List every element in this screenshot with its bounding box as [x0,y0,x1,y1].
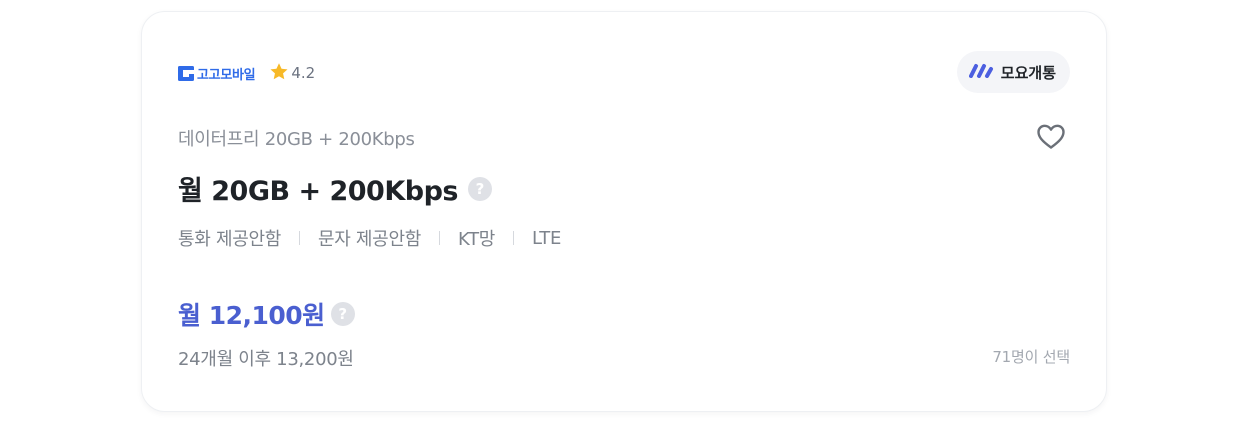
brand-logo-icon [178,65,194,81]
feature-list: 통화 제공안함 문자 제공안함 KT망 LTE [178,225,561,251]
price-after-period: 24개월 이후 13,200원 [178,349,354,370]
plan-headline-text: 월 20GB + 200Kbps [178,176,459,207]
carrier-badge-label: 모요개통 [1000,63,1056,82]
feature-divider [298,231,300,245]
carrier-badge: 모요개통 [956,51,1070,93]
heart-outline-icon [1036,123,1066,154]
plan-headline: 월 20GB + 200Kbps ? [178,169,492,208]
brand-logo: 고고모바일 [178,64,256,83]
feature-divider [438,231,440,245]
plan-name: 데이터프리 20GB + 200Kbps [178,129,415,150]
plan-card[interactable]: 고고모바일 4.2 모요개통 데이터프리 20GB + 200Kbps 월 20… [141,11,1107,412]
monthly-price: 월 12,100원 ? [178,296,355,332]
moyo-logo-icon [968,62,995,82]
star-icon [269,62,289,85]
feature-divider [513,231,515,245]
feature-item: 통화 제공안함 [178,229,281,250]
price-help-icon[interactable]: ? [330,302,355,326]
feature-item: 문자 제공안함 [317,229,421,250]
feature-item: LTE [532,227,562,249]
favorite-button[interactable] [1036,124,1066,152]
rating-value: 4.2 [291,64,316,82]
brand-row: 고고모바일 4.2 [178,62,315,84]
feature-item: KT망 [457,229,496,250]
selected-count: 71명이 선택 [992,348,1070,366]
monthly-price-text: 월 12,100원 [178,301,325,330]
plan-help-icon[interactable]: ? [468,176,492,201]
brand-name: 고고모바일 [197,67,256,83]
rating: 4.2 [269,62,315,85]
